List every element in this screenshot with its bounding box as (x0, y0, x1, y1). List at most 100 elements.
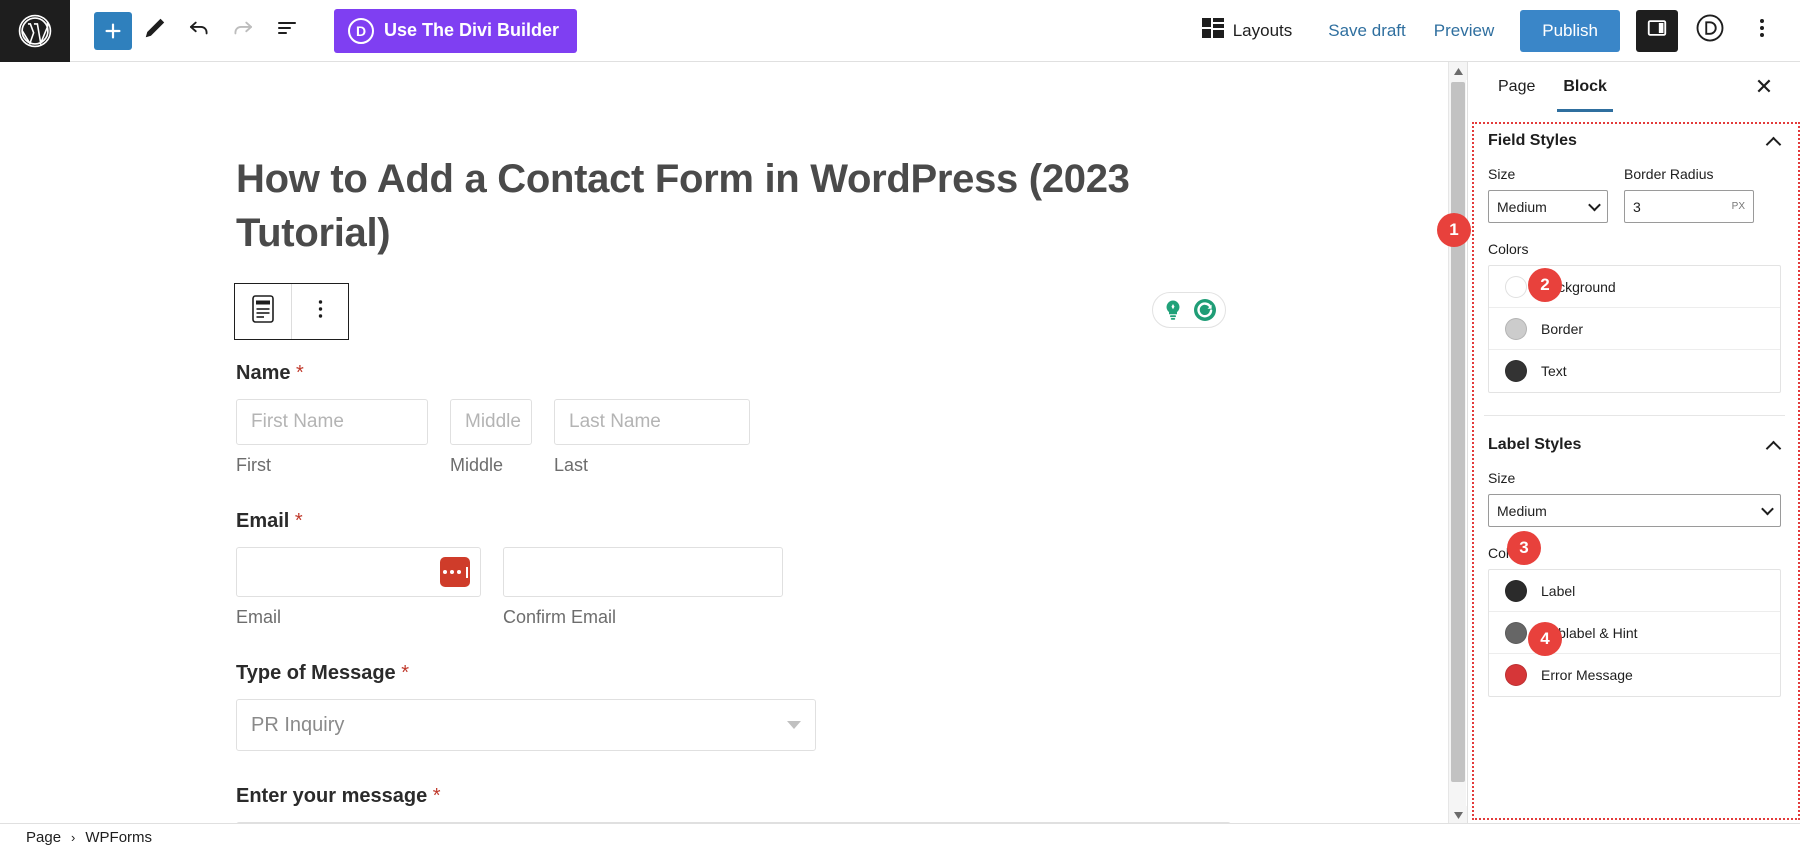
color-item-text[interactable]: Text (1489, 350, 1780, 392)
field-label-text: Name (236, 362, 291, 384)
last-name-input[interactable]: Last Name (554, 399, 750, 445)
scroll-down-arrow[interactable] (1449, 806, 1467, 824)
lastpass-icon[interactable] (440, 557, 470, 587)
block-toolbar (234, 283, 349, 340)
layouts-button[interactable]: Layouts (1201, 18, 1292, 43)
scroll-up-arrow[interactable] (1449, 62, 1467, 80)
divi-circle-icon (1695, 13, 1725, 48)
publish-button[interactable]: Publish (1520, 9, 1620, 52)
color-swatch (1505, 317, 1527, 340)
panel-header-label-styles[interactable]: Label Styles (1484, 415, 1785, 470)
field-label: Type of Message * (236, 662, 1236, 685)
field-label: Name * (236, 362, 1236, 385)
divi-badge-icon: D (348, 17, 374, 44)
required-marker: * (401, 662, 410, 684)
field-inputs-row: Email Confirm Email (236, 547, 1236, 628)
field-label-text: Type of Message (236, 662, 396, 684)
label-size-select[interactable]: Medium (1488, 494, 1781, 527)
list-view-icon (275, 16, 299, 45)
dot (442, 570, 447, 574)
color-swatch (1505, 621, 1527, 644)
color-label: Text (1541, 363, 1567, 379)
field-label: Email * (236, 510, 1236, 533)
middle-name-input[interactable]: Middle (450, 399, 532, 445)
chevron-up-icon (1767, 137, 1781, 146)
color-label: Label (1541, 582, 1576, 599)
color-swatch (1505, 360, 1527, 382)
first-name-input[interactable]: First Name (236, 399, 428, 445)
undo-button[interactable] (178, 10, 220, 52)
field-size-select[interactable]: Medium (1488, 190, 1608, 223)
form-field-type-of-message: Type of Message * PR Inquiry (236, 662, 1236, 751)
annotation-badge-3: 3 (1507, 531, 1541, 565)
required-marker: * (296, 362, 304, 384)
wordpress-logo-button[interactable] (0, 0, 70, 62)
color-swatch (1505, 275, 1527, 298)
breadcrumb-separator: › (71, 829, 76, 845)
use-divi-builder-button[interactable]: D Use The Divi Builder (334, 8, 578, 53)
color-item-border[interactable]: Border (1489, 308, 1780, 350)
edit-tool-button[interactable] (134, 10, 176, 52)
divi-settings-button[interactable] (1690, 11, 1730, 51)
subfield-middle: Middle Middle (450, 399, 532, 476)
close-sidebar-button[interactable]: ✕ (1744, 62, 1784, 112)
color-label: Error Message (1541, 667, 1633, 683)
sidebar-body: Field Styles Size Medium Border Radius 3… (1468, 112, 1800, 824)
breadcrumb-bar: Page › WPForms (0, 823, 1800, 850)
add-block-button[interactable] (94, 11, 132, 50)
panel-header-field-styles[interactable]: Field Styles (1484, 112, 1785, 166)
layouts-icon (1201, 18, 1224, 43)
settings-sidebar-toggle[interactable] (1636, 9, 1678, 52)
post-title[interactable]: How to Add a Contact Form in WordPress (… (236, 152, 1236, 260)
annotation-badge-1: 1 (1437, 213, 1471, 247)
wordpress-logo-icon (17, 13, 53, 49)
subfield-label: Middle (450, 455, 504, 475)
border-radius-unit: PX (1731, 201, 1745, 212)
chevron-down-icon (787, 721, 801, 729)
subfield-label: Confirm Email (503, 607, 617, 627)
save-draft-button[interactable]: Save draft (1314, 21, 1420, 41)
field-size-value: Medium (1497, 198, 1547, 215)
breadcrumb-item-page[interactable]: Page (26, 829, 61, 846)
confirm-email-input[interactable] (503, 547, 783, 597)
subfield-label: Last (554, 455, 589, 475)
more-options-button[interactable] (1742, 11, 1782, 51)
field-colors-label: Colors (1488, 241, 1529, 257)
field-size-control: Size Medium (1488, 166, 1608, 223)
undo-icon (186, 15, 212, 46)
subfield-email: Email (236, 547, 481, 628)
email-input[interactable] (236, 547, 481, 597)
border-radius-input[interactable]: 3 PX (1624, 190, 1754, 223)
redo-icon (230, 15, 256, 46)
required-marker: * (294, 510, 303, 532)
field-label-text: Email (236, 510, 290, 532)
color-item-error-message[interactable]: Error Message (1489, 654, 1780, 696)
breadcrumb-item-wpforms[interactable]: WPForms (85, 829, 152, 846)
bar (465, 566, 468, 578)
block-more-options-button[interactable] (292, 284, 348, 339)
canvas-scrollbar[interactable] (1448, 62, 1467, 824)
dot (449, 570, 454, 574)
wpforms-block-type-button[interactable] (235, 284, 291, 339)
subfield-label: Email (236, 607, 282, 627)
label-size-value: Medium (1497, 502, 1547, 519)
scrollbar-thumb[interactable] (1451, 82, 1465, 782)
editor-top-toolbar: D Use The Divi Builder Layouts Save draf… (0, 0, 1800, 62)
document-outline-button[interactable] (266, 10, 308, 52)
color-item-label[interactable]: Label (1489, 570, 1780, 612)
label-styles-controls: Size Medium (1484, 470, 1785, 527)
refresh-icon[interactable] (1191, 296, 1219, 324)
tab-page[interactable]: Page (1484, 62, 1549, 112)
form-field-name: Name * First Name First Middle Middle La… (236, 362, 1236, 476)
type-of-message-select[interactable]: PR Inquiry (236, 699, 816, 751)
redo-button[interactable] (222, 10, 264, 52)
wpforms-form-preview: Name * First Name First Middle Middle La… (236, 362, 1236, 824)
toolbar-left-group: D Use The Divi Builder (70, 8, 578, 53)
wordpress-block-editor: D Use The Divi Builder Layouts Save draf… (0, 0, 1800, 850)
tab-block[interactable]: Block (1549, 62, 1621, 112)
settings-sidebar: Page Block ✕ Field Styles Size Medium Bo… (1467, 62, 1800, 824)
preview-button[interactable]: Preview (1420, 21, 1508, 41)
panel-title: Label Styles (1488, 436, 1582, 453)
lightbulb-icon[interactable] (1159, 296, 1187, 324)
sidebar-panel-icon (1646, 17, 1668, 44)
